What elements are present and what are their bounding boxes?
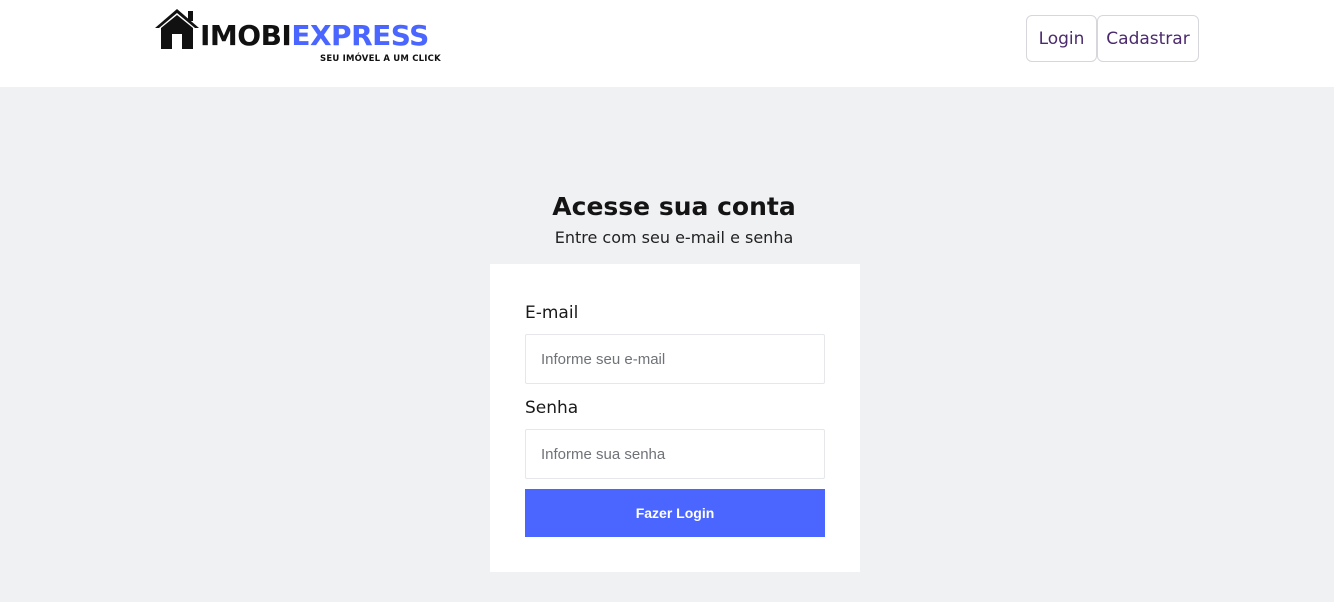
house-icon [155,9,199,49]
login-submit-button[interactable]: Fazer Login [525,489,825,537]
email-field[interactable] [525,334,825,384]
brand-word-dark: IMOBI [200,19,292,52]
brand-logo[interactable]: IMOBIEXPRESS SEU IMÓVEL A UM CLICK [154,8,454,66]
brand-word-accent: EXPRESS [291,19,429,52]
password-label: Senha [525,398,579,418]
brand-wordmark: IMOBIEXPRESS [200,19,429,53]
brand-tagline: SEU IMÓVEL A UM CLICK [320,54,441,64]
email-label: E-mail [525,303,579,323]
page-title: Acesse sua conta [552,192,796,221]
password-field[interactable] [525,429,825,479]
page-subtitle: Entre com seu e-mail e senha [554,228,794,247]
top-header: IMOBIEXPRESS SEU IMÓVEL A UM CLICK Login… [0,0,1334,87]
login-form-card: E-mail Senha Fazer Login [490,264,860,572]
signup-nav-button[interactable]: Cadastrar [1097,15,1199,62]
login-nav-button[interactable]: Login [1026,15,1097,62]
